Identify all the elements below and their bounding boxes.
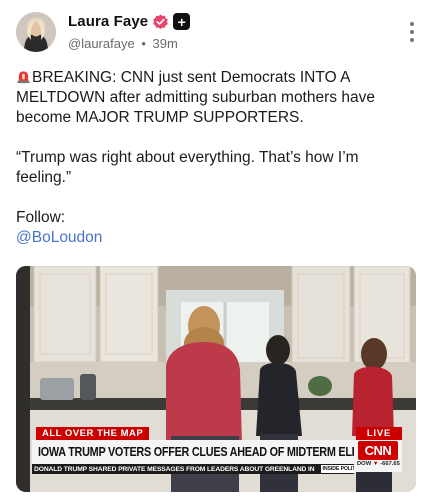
post-paragraph-4: @BoLoudon <box>16 228 416 248</box>
post-paragraph-2: “Trump was right about everything. That’… <box>16 148 416 188</box>
avatar[interactable] <box>16 12 56 52</box>
post-line-quote: “Trump was right about everything. That’… <box>16 149 359 186</box>
news-lower-third: ALL OVER THE MAP LIVE IOWA TRUMP VOTERS … <box>16 426 416 492</box>
chyron-headline: IOWA TRUMP VOTERS OFFER CLUES AHEAD OF M… <box>32 440 398 464</box>
ticker-show-tag: INSIDE POLITICS <box>320 465 354 473</box>
live-tag: LIVE <box>356 427 402 440</box>
mention-link[interactable]: @BoLoudon <box>16 229 102 246</box>
chyron-headline-text: IOWA TRUMP VOTERS OFFER CLUES AHEAD OF M… <box>38 445 399 459</box>
post-time: 39m <box>152 36 178 51</box>
author-row: Laura Faye + <box>68 13 191 30</box>
handle-row: @laurafaye • 39m <box>68 36 178 51</box>
ticker-text: DONALD TRUMP SHARED PRIVATE MESSAGES FRO… <box>34 465 315 473</box>
network-logo-box: CNN DOW ▼ -667.65 <box>354 440 402 472</box>
dow-change: -667.65 <box>380 461 400 467</box>
more-dot <box>410 22 414 26</box>
post-paragraph-3: Follow: <box>16 208 416 228</box>
cnn-logo: CNN <box>358 441 398 460</box>
news-ticker: DONALD TRUMP SHARED PRIVATE MESSAGES FRO… <box>32 464 354 474</box>
author-name[interactable]: Laura Faye <box>68 13 148 30</box>
siren-emoji-icon <box>17 71 30 84</box>
author-handle[interactable]: @laurafaye <box>68 36 135 51</box>
section-tag: ALL OVER THE MAP <box>36 427 150 440</box>
more-options-icon[interactable] <box>408 22 416 42</box>
dow-ticker: DOW ▼ -667.65 <box>357 461 400 467</box>
post-line-breaking: BREAKING: CNN just sent Democrats INTO A… <box>16 69 375 126</box>
more-dot <box>410 38 414 42</box>
down-arrow-icon: ▼ <box>372 461 379 467</box>
avatar-image <box>16 12 56 52</box>
post-body: BREAKING: CNN just sent Democrats INTO A… <box>16 68 416 248</box>
verified-badge-icon <box>153 14 169 29</box>
more-dot <box>410 30 414 34</box>
plus-badge-icon: + <box>173 13 191 30</box>
dow-label: DOW <box>357 461 372 467</box>
post-paragraph-1: BREAKING: CNN just sent Democrats INTO A… <box>16 68 416 128</box>
post-line-follow: Follow: <box>16 209 66 226</box>
meta-separator: • <box>141 36 146 51</box>
post-header: Laura Faye + @laurafaye • 39m <box>16 12 416 56</box>
video-media[interactable]: ALL OVER THE MAP LIVE IOWA TRUMP VOTERS … <box>16 266 416 492</box>
